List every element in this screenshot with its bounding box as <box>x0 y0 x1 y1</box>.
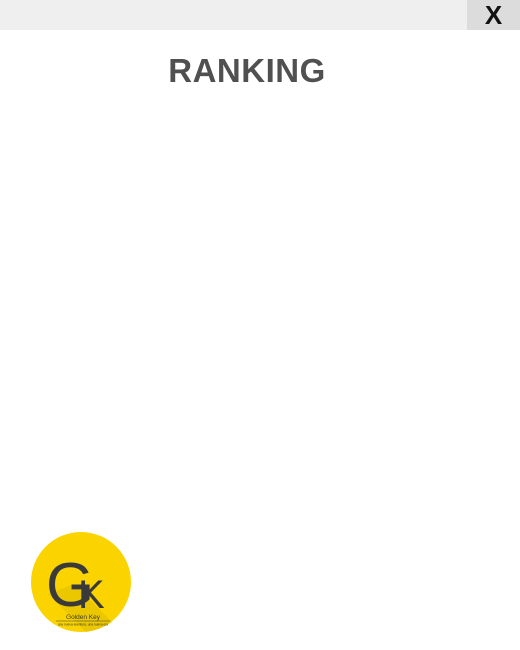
close-button[interactable]: X <box>467 0 520 30</box>
logo-letter-k: K <box>78 573 105 617</box>
golden-key-logo: G K Golden Key una nueva aventura, una n… <box>30 530 134 636</box>
ranking-screen: X RANKING G K Golden Key una nueva avent… <box>0 0 520 650</box>
top-bar: X <box>0 0 520 30</box>
logo-tagline: una nueva aventura, una nueva era <box>58 623 109 627</box>
page-title: RANKING <box>168 52 326 89</box>
logo-emblem: G K Golden Key una nueva aventura, una n… <box>31 532 131 632</box>
logo-brand-name: Golden Key <box>66 614 101 621</box>
